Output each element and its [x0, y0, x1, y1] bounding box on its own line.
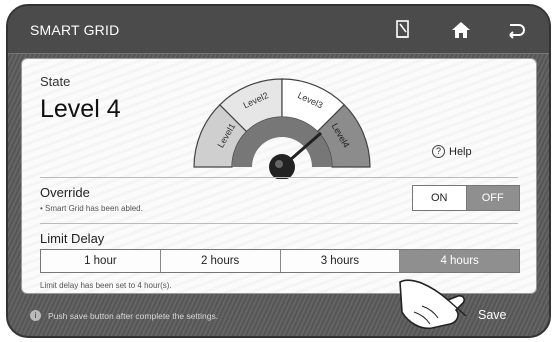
state-value: Level 4	[40, 95, 121, 123]
save-button[interactable]: Save	[478, 308, 507, 322]
help-label: Help	[449, 145, 472, 158]
limit-delay-label: Limit Delay	[40, 231, 105, 246]
settings-panel: State Level 4 Level1 Level2 Level3 Level…	[21, 58, 537, 294]
override-label: Override	[40, 185, 90, 200]
level-gauge: Level1 Level2 Level3 Level4	[193, 78, 371, 179]
override-off-button[interactable]: OFF	[465, 186, 519, 210]
limit-delay-option-4-hours[interactable]: 4 hours	[399, 250, 519, 272]
title-bar: SMART GRID	[8, 6, 549, 54]
help-icon: ?	[432, 145, 445, 158]
back-icon[interactable]	[502, 18, 528, 42]
divider	[40, 177, 518, 178]
footer-bar: i Push save button after complete the se…	[8, 302, 549, 336]
help-button[interactable]: ? Help	[432, 145, 472, 158]
override-on-button[interactable]: ON	[413, 186, 466, 210]
limit-delay-option-2-hours[interactable]: 2 hours	[159, 250, 280, 272]
home-icon[interactable]	[448, 18, 474, 42]
state-label: State	[40, 74, 71, 89]
limit-delay-selector: 1 hour 2 hours 3 hours 4 hours	[40, 249, 520, 273]
limit-delay-option-1-hour[interactable]: 1 hour	[41, 250, 160, 272]
page-title: SMART GRID	[30, 22, 120, 38]
limit-delay-note: Limit delay has been set to 4 hour(s).	[40, 281, 172, 290]
limit-delay-option-3-hours[interactable]: 3 hours	[279, 250, 400, 272]
footer-message-text: Push save button after complete the sett…	[48, 310, 219, 321]
gauge-hub-highlight	[275, 160, 283, 168]
override-toggle: ON OFF	[412, 185, 520, 211]
info-icon: i	[30, 310, 41, 321]
divider	[40, 223, 518, 224]
memo-icon[interactable]	[390, 18, 416, 42]
device-frame: SMART GRID State Level 4 Level1 Level2 L…	[6, 4, 551, 338]
footer-message: i Push save button after complete the se…	[30, 310, 218, 321]
override-note: • Smart Grid has been abled.	[40, 204, 143, 213]
